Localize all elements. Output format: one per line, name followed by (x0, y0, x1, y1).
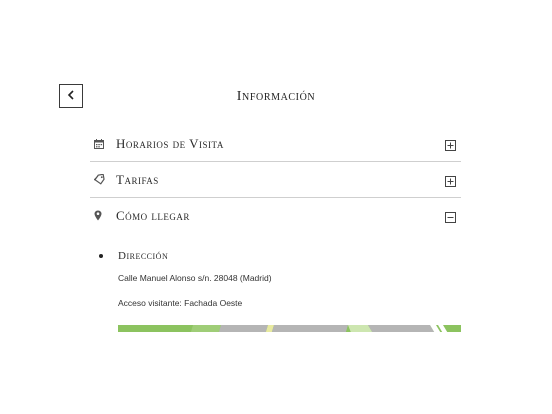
bullet (99, 254, 103, 258)
address-text: Calle Manuel Alonso s/n. 28048 (Madrid) (118, 273, 272, 283)
directions-heading: Dirección (118, 250, 169, 262)
plus-square-icon[interactable] (445, 138, 456, 151)
accordion-item-como-llegar[interactable]: Cómo llegar (90, 198, 461, 233)
access-text: Acceso visitante: Fachada Oeste (118, 298, 243, 308)
map-pin-icon (94, 210, 112, 221)
page-title: Información (236, 89, 316, 104)
tag-icon (94, 174, 112, 185)
location-map[interactable] (118, 322, 461, 332)
accordion-item-horarios[interactable]: Horarios de Visita (90, 126, 461, 162)
accordion-label: Horarios de Visita (116, 135, 224, 151)
calendar-icon (94, 138, 112, 149)
info-accordion: Horarios de Visita Tarifas Cómo llegar (90, 126, 461, 233)
minus-square-icon[interactable] (445, 210, 456, 223)
accordion-label: Tarifas (116, 171, 159, 187)
accordion-label: Cómo llegar (116, 207, 190, 223)
accordion-item-tarifas[interactable]: Tarifas (90, 162, 461, 198)
plus-square-icon[interactable] (445, 174, 456, 187)
